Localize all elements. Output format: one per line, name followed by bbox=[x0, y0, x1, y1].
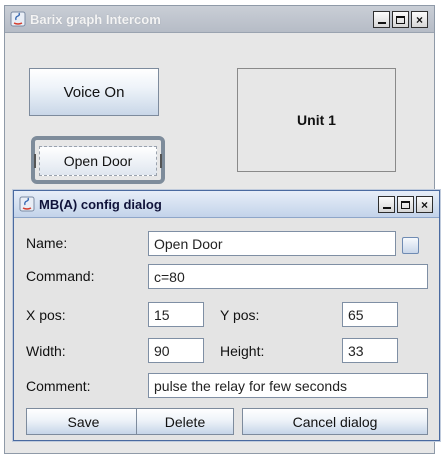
unit-label: Unit 1 bbox=[297, 112, 336, 128]
close-icon: × bbox=[420, 197, 428, 212]
maximize-icon bbox=[401, 200, 410, 209]
dialog-close-button[interactable]: × bbox=[416, 196, 433, 213]
dialog-title-bar[interactable]: MB(A) config dialog × bbox=[14, 191, 439, 218]
dialog-title: MB(A) config dialog bbox=[39, 196, 162, 212]
command-label: Command: bbox=[26, 268, 95, 284]
command-field[interactable] bbox=[148, 264, 428, 289]
minimize-button[interactable] bbox=[373, 11, 390, 28]
delete-button[interactable]: Delete bbox=[136, 408, 234, 435]
voice-on-button[interactable]: Voice On bbox=[29, 68, 159, 116]
close-button[interactable]: × bbox=[411, 11, 428, 28]
height-field[interactable] bbox=[342, 338, 398, 363]
main-window-title: Barix graph Intercom bbox=[30, 11, 161, 27]
open-door-button-frame[interactable]: Open Door bbox=[31, 136, 165, 184]
name-field[interactable] bbox=[148, 231, 396, 256]
save-button[interactable]: Save bbox=[26, 408, 141, 435]
open-door-button[interactable]: Open Door bbox=[39, 146, 157, 176]
resize-handle-right[interactable] bbox=[160, 154, 162, 168]
minimize-icon bbox=[382, 207, 391, 209]
xpos-field[interactable] bbox=[148, 302, 204, 327]
minimize-icon bbox=[377, 22, 386, 24]
height-label: Height: bbox=[220, 343, 265, 359]
ypos-field[interactable] bbox=[342, 302, 398, 327]
main-title-bar[interactable]: Barix graph Intercom × bbox=[5, 6, 434, 33]
resize-handle-left[interactable] bbox=[34, 154, 36, 168]
java-app-icon bbox=[19, 196, 35, 212]
close-icon: × bbox=[415, 12, 423, 27]
config-dialog: MB(A) config dialog × Name: Command: X p… bbox=[13, 190, 440, 441]
java-app-icon bbox=[10, 11, 26, 27]
dialog-maximize-button[interactable] bbox=[397, 196, 414, 213]
cancel-dialog-button[interactable]: Cancel dialog bbox=[242, 408, 428, 435]
ypos-label: Y pos: bbox=[220, 307, 260, 323]
name-label: Name: bbox=[26, 235, 68, 251]
name-checkbox[interactable] bbox=[402, 237, 419, 254]
dialog-minimize-button[interactable] bbox=[378, 196, 395, 213]
maximize-icon bbox=[396, 15, 405, 24]
width-field[interactable] bbox=[148, 338, 204, 363]
maximize-button[interactable] bbox=[392, 11, 409, 28]
comment-label: Comment: bbox=[26, 378, 91, 394]
xpos-label: X pos: bbox=[26, 307, 66, 323]
comment-field[interactable] bbox=[148, 373, 428, 398]
width-label: Width: bbox=[26, 343, 66, 359]
unit-1-panel[interactable]: Unit 1 bbox=[237, 68, 396, 172]
